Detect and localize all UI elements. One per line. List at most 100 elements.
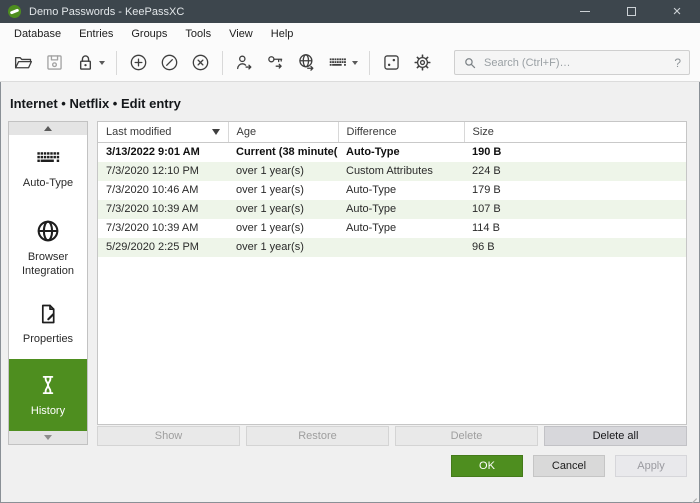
lock-databases-button[interactable] [71, 48, 109, 78]
column-header-difference[interactable]: Difference [338, 122, 465, 143]
cell-size: 190 B [472, 145, 502, 158]
sort-descending-icon [211, 129, 220, 135]
history-row[interactable]: 7/3/2020 10:39 AM over 1 year(s) Auto-Type… [98, 199, 686, 219]
cell-age: Current (38 minute(s)) [236, 145, 338, 158]
sidebar-item-label: Properties [22, 333, 74, 346]
restore-button[interactable]: Restore [246, 426, 389, 446]
plus-circle-icon [130, 54, 147, 71]
history-row[interactable]: 3/13/2022 9:01 AM Current (38 minute(s)) A… [98, 142, 686, 162]
menu-item-groups[interactable]: Groups [122, 25, 176, 43]
sidebar-item-properties[interactable]: Properties [9, 290, 87, 360]
open-database-button[interactable] [9, 48, 38, 78]
ok-button[interactable]: OK [451, 455, 523, 477]
titlebar: Demo Passwords - KeePassXC × [0, 0, 700, 23]
gear-icon [414, 54, 431, 71]
search-help-icon[interactable]: ? [674, 56, 681, 70]
show-button[interactable]: Show [97, 426, 240, 446]
sidebar-item-browser-integration[interactable]: Browser Integration [9, 207, 87, 290]
window-controls: × [562, 0, 700, 23]
menu-item-tools[interactable]: Tools [176, 25, 220, 43]
cell-size: 224 B [472, 164, 501, 177]
delete-button[interactable]: Delete [395, 426, 538, 446]
history-row[interactable]: 5/29/2020 2:25 PM over 1 year(s) 96 B [98, 237, 686, 257]
apply-button[interactable]: Apply [615, 455, 687, 477]
search-input[interactable] [484, 56, 668, 69]
cell-difference: Auto-Type [346, 145, 400, 158]
menu-item-entries[interactable]: Entries [70, 25, 122, 43]
keyboard-icon [36, 152, 59, 163]
delete-entry-button[interactable] [186, 48, 215, 78]
add-entry-button[interactable] [124, 48, 153, 78]
history-actions: Show Restore Delete Delete all [97, 426, 687, 446]
breadcrumb: Internet • Netflix • Edit entry [10, 96, 181, 111]
sidebar-item-label: Browser Integration [22, 250, 74, 277]
cell-last-modified: 7/3/2020 10:39 AM [106, 202, 199, 215]
floppy-disk-icon [47, 55, 62, 70]
maximize-button[interactable] [608, 0, 654, 23]
history-table: Last modified Age Difference Size 3/13/2022… [97, 121, 687, 425]
menu-item-database[interactable]: Database [5, 25, 70, 43]
cell-age: over 1 year(s) [236, 221, 304, 234]
sidebar-item-auto-type[interactable]: Auto-Type [9, 135, 87, 207]
column-header-last-modified[interactable]: Last modified [98, 122, 229, 143]
close-icon: × [672, 3, 682, 20]
copy-password-button[interactable] [261, 48, 290, 78]
keepassxc-logo-icon [8, 5, 21, 18]
copy-username-button[interactable] [230, 48, 259, 78]
keyboard-icon [329, 57, 346, 66]
keepassxc-window: Demo Passwords - KeePassXC × Database Ent… [0, 0, 700, 503]
cell-difference: Auto-Type [346, 183, 397, 196]
history-header-row: Last modified Age Difference Size [98, 122, 686, 143]
perform-autotype-button[interactable] [323, 48, 362, 78]
maximize-icon [626, 7, 636, 16]
history-row[interactable]: 7/3/2020 10:39 AM over 1 year(s) Auto-Type… [98, 219, 686, 238]
history-row[interactable]: 7/3/2020 12:10 PM over 1 year(s) Custom At… [98, 161, 686, 181]
cell-age: over 1 year(s) [236, 164, 304, 177]
sidebar-item-label: History [30, 404, 66, 417]
chevron-down-icon [44, 435, 52, 440]
save-database-button[interactable] [40, 48, 69, 78]
resize-grip[interactable] [686, 489, 697, 500]
cancel-button[interactable]: Cancel [533, 455, 605, 477]
column-header-size[interactable]: Size [464, 122, 686, 143]
cell-difference [338, 238, 464, 257]
column-header-age[interactable]: Age [228, 122, 339, 143]
history-row[interactable]: 7/3/2020 10:46 AM over 1 year(s) Auto-Type… [98, 181, 686, 200]
settings-button[interactable] [408, 48, 437, 78]
close-button[interactable]: × [654, 0, 700, 23]
cell-last-modified: 7/3/2020 12:10 PM [106, 164, 199, 177]
globe-arrow-icon [299, 54, 314, 71]
cell-difference: Auto-Type [346, 221, 397, 234]
sidebar-scroll-down-button[interactable] [9, 431, 87, 444]
menu-item-view[interactable]: View [220, 25, 262, 43]
cell-last-modified: 7/3/2020 10:39 AM [106, 221, 199, 234]
cell-age: over 1 year(s) [236, 183, 304, 196]
copy-url-button[interactable] [292, 48, 321, 78]
category-sidebar: Auto-Type Browser Integration Properties… [8, 121, 88, 445]
cell-last-modified: 3/13/2022 9:01 AM [106, 145, 200, 158]
menu-item-help[interactable]: Help [262, 25, 303, 43]
dialog-actions: OK Cancel Apply [451, 455, 687, 477]
toolbar-separator [369, 50, 370, 75]
user-arrow-icon [237, 55, 252, 70]
pencil-circle-icon [161, 54, 178, 71]
sidebar-item-history[interactable]: History [9, 359, 87, 431]
history-table-body: 3/13/2022 9:01 AM Current (38 minute(s)) A… [98, 142, 686, 257]
toolbar: ? [0, 44, 700, 82]
search-icon [465, 57, 476, 68]
cell-last-modified: 7/3/2020 10:46 AM [106, 183, 199, 196]
dice-icon [384, 55, 399, 70]
window-title: Demo Passwords - KeePassXC [29, 5, 185, 18]
hourglass-icon [42, 375, 54, 394]
cell-difference: Auto-Type [346, 202, 397, 215]
delete-all-button[interactable]: Delete all [544, 426, 687, 446]
search-box[interactable]: ? [454, 50, 690, 75]
folder-open-icon [14, 57, 33, 69]
sidebar-scroll-up-button[interactable] [9, 122, 87, 135]
cell-size: 114 B [472, 221, 500, 234]
password-generator-button[interactable] [377, 48, 406, 78]
cell-age: over 1 year(s) [236, 202, 304, 215]
minimize-button[interactable] [562, 0, 608, 23]
edit-entry-button[interactable] [155, 48, 184, 78]
chevron-down-icon [352, 60, 358, 65]
